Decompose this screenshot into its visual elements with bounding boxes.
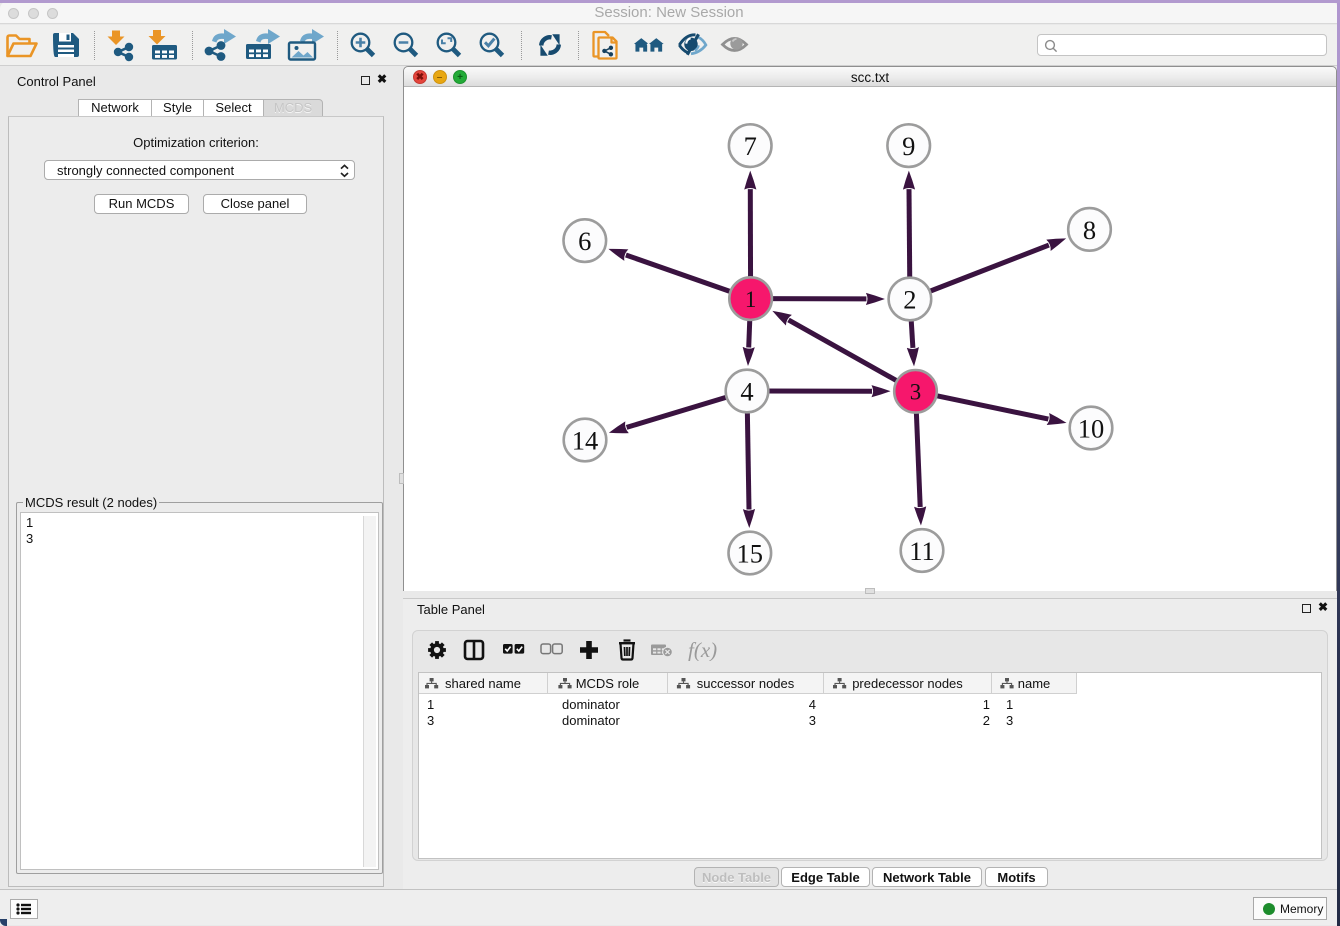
svg-text:2: 2 (903, 284, 916, 314)
svg-text:14: 14 (572, 425, 599, 455)
svg-text:15: 15 (737, 538, 764, 568)
svg-text:4: 4 (741, 376, 754, 406)
svg-text:6: 6 (578, 226, 591, 256)
svg-text:8: 8 (1083, 215, 1096, 245)
svg-text:3: 3 (910, 379, 922, 404)
svg-text:9: 9 (902, 131, 915, 161)
svg-text:10: 10 (1078, 413, 1105, 443)
svg-text:11: 11 (909, 536, 935, 566)
svg-text:f(x): f(x) (688, 638, 717, 661)
svg-text:7: 7 (744, 131, 757, 161)
svg-text:1: 1 (745, 286, 757, 311)
